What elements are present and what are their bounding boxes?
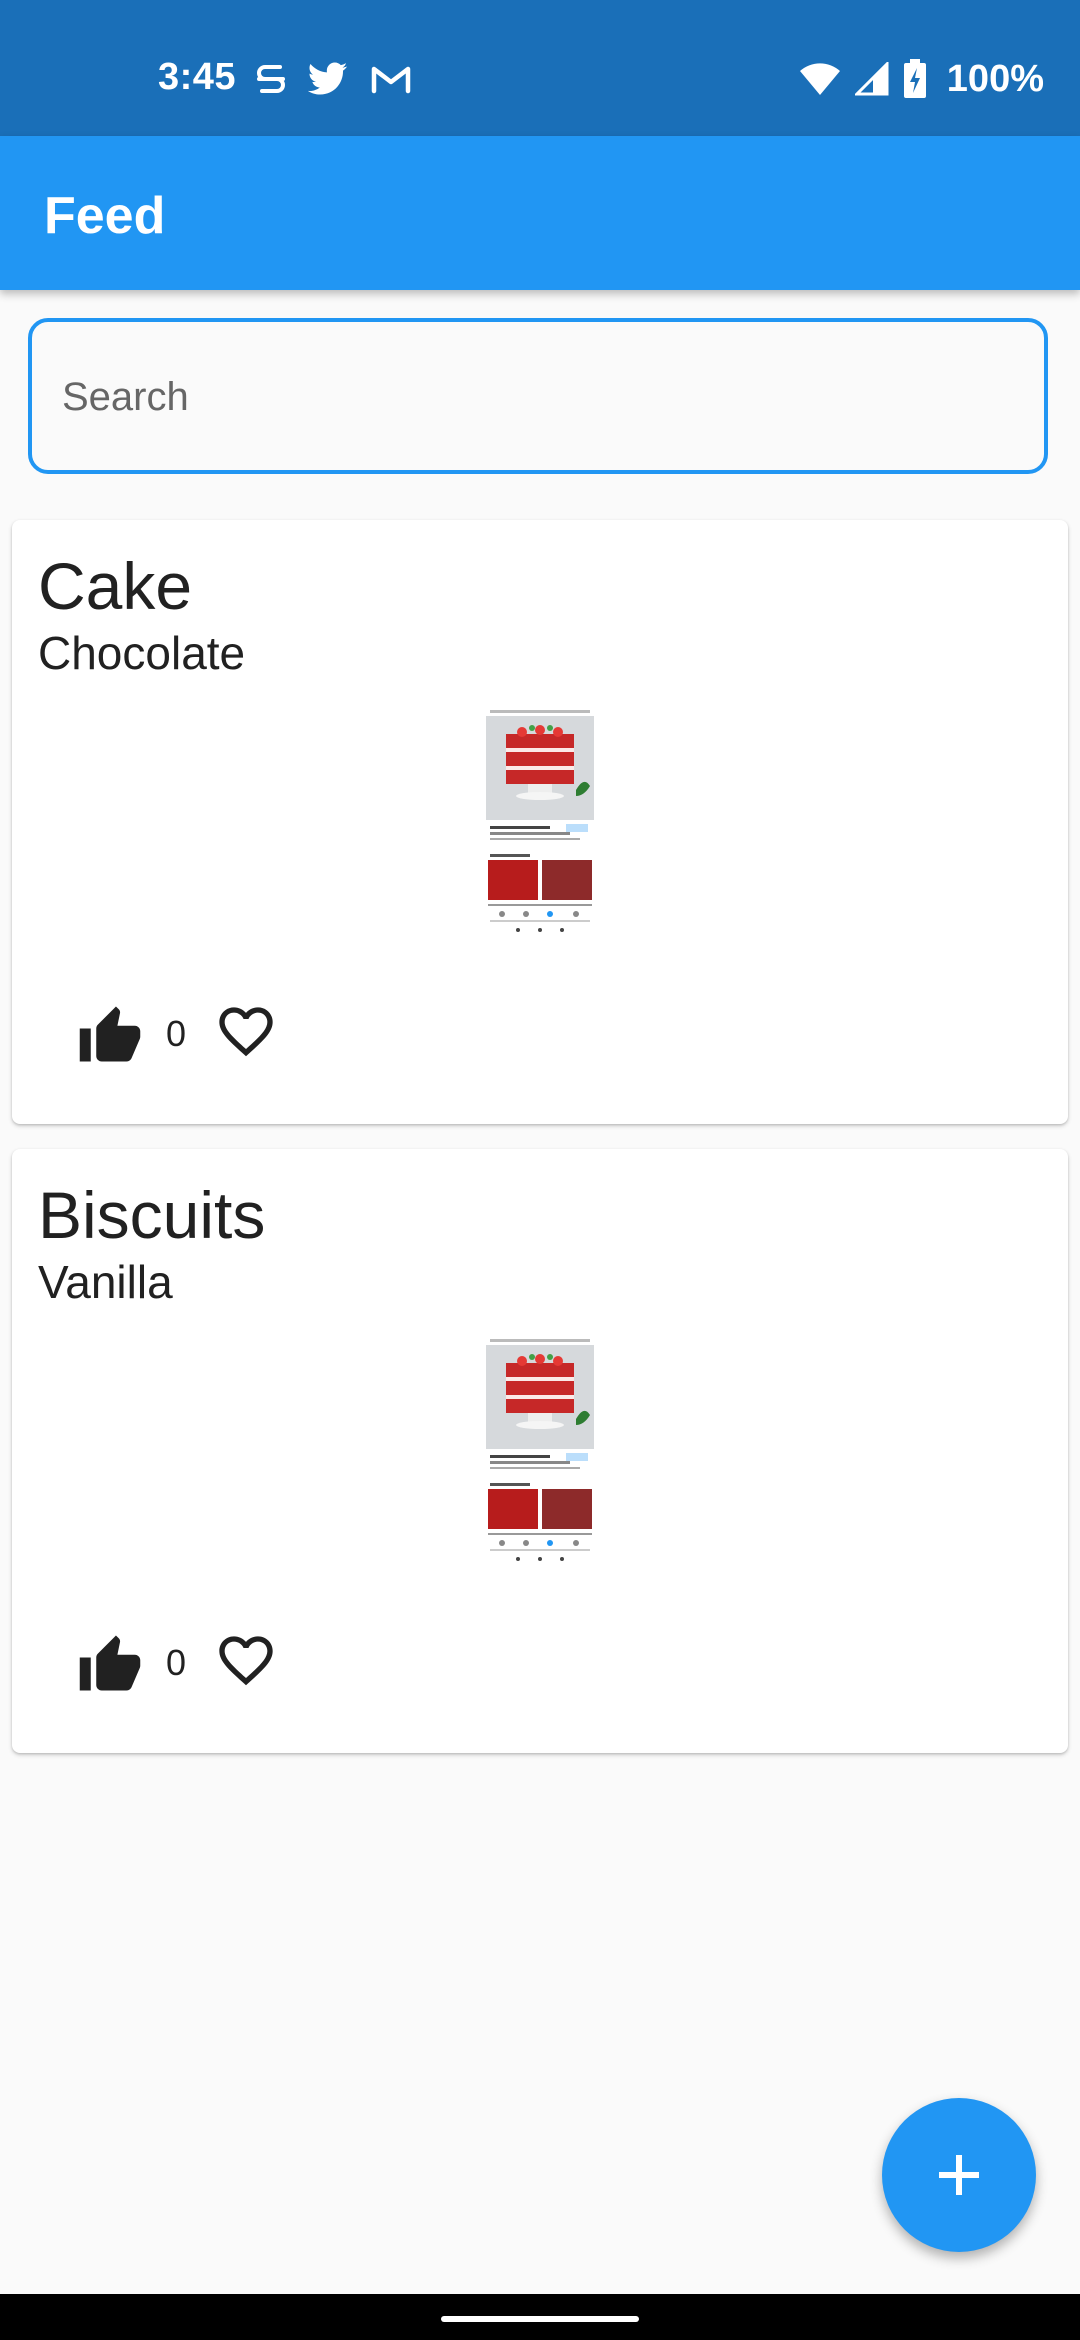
s-icon [257, 65, 285, 93]
heart-outline-icon [219, 1636, 273, 1686]
page-title: Feed [44, 187, 166, 245]
thumb-up-icon [79, 1635, 141, 1691]
battery-percentage: 100% [946, 57, 1044, 100]
like-count: 0 [166, 1642, 187, 1683]
search-input[interactable] [60, 322, 1004, 472]
signal-icon [854, 62, 889, 96]
search-field[interactable] [28, 318, 1048, 474]
card-actions: 0 [72, 994, 284, 1074]
card-image [486, 708, 594, 936]
gmail-icon [371, 66, 411, 94]
card-image [486, 1337, 594, 1565]
card-subtitle: Chocolate [38, 627, 246, 679]
add-post-button[interactable] [882, 2098, 1036, 2252]
like-button[interactable] [72, 1625, 148, 1701]
card-title: Cake [38, 549, 193, 623]
plus-icon [939, 2155, 979, 2195]
notification-icons [256, 56, 412, 102]
card-title: Biscuits [38, 1178, 266, 1252]
feed-card[interactable]: Cake Chocolate 0 [12, 520, 1068, 1124]
card-actions: 0 [72, 1623, 284, 1703]
favorite-button[interactable] [208, 1625, 284, 1701]
like-button[interactable] [72, 996, 148, 1072]
wifi-icon [799, 63, 840, 95]
cake-thumbnail-image [486, 708, 594, 936]
card-subtitle: Vanilla [38, 1256, 173, 1308]
favorite-button[interactable] [208, 996, 284, 1072]
feed-card[interactable]: Biscuits Vanilla 0 [12, 1149, 1068, 1753]
app-bar: Feed [0, 136, 1080, 290]
system-navigation-bar [0, 2294, 1080, 2340]
thumb-up-icon [79, 1006, 141, 1062]
cake-thumbnail-image [486, 1337, 594, 1565]
heart-outline-icon [219, 1007, 273, 1057]
system-icons: 100% [799, 56, 1044, 102]
twitter-icon [308, 62, 348, 95]
battery-charging-icon [903, 59, 926, 98]
like-count: 0 [166, 1013, 187, 1054]
status-bar: 3:45 100% [0, 0, 1080, 136]
home-gesture-handle[interactable] [441, 2316, 639, 2322]
status-time: 3:45 [158, 56, 237, 98]
